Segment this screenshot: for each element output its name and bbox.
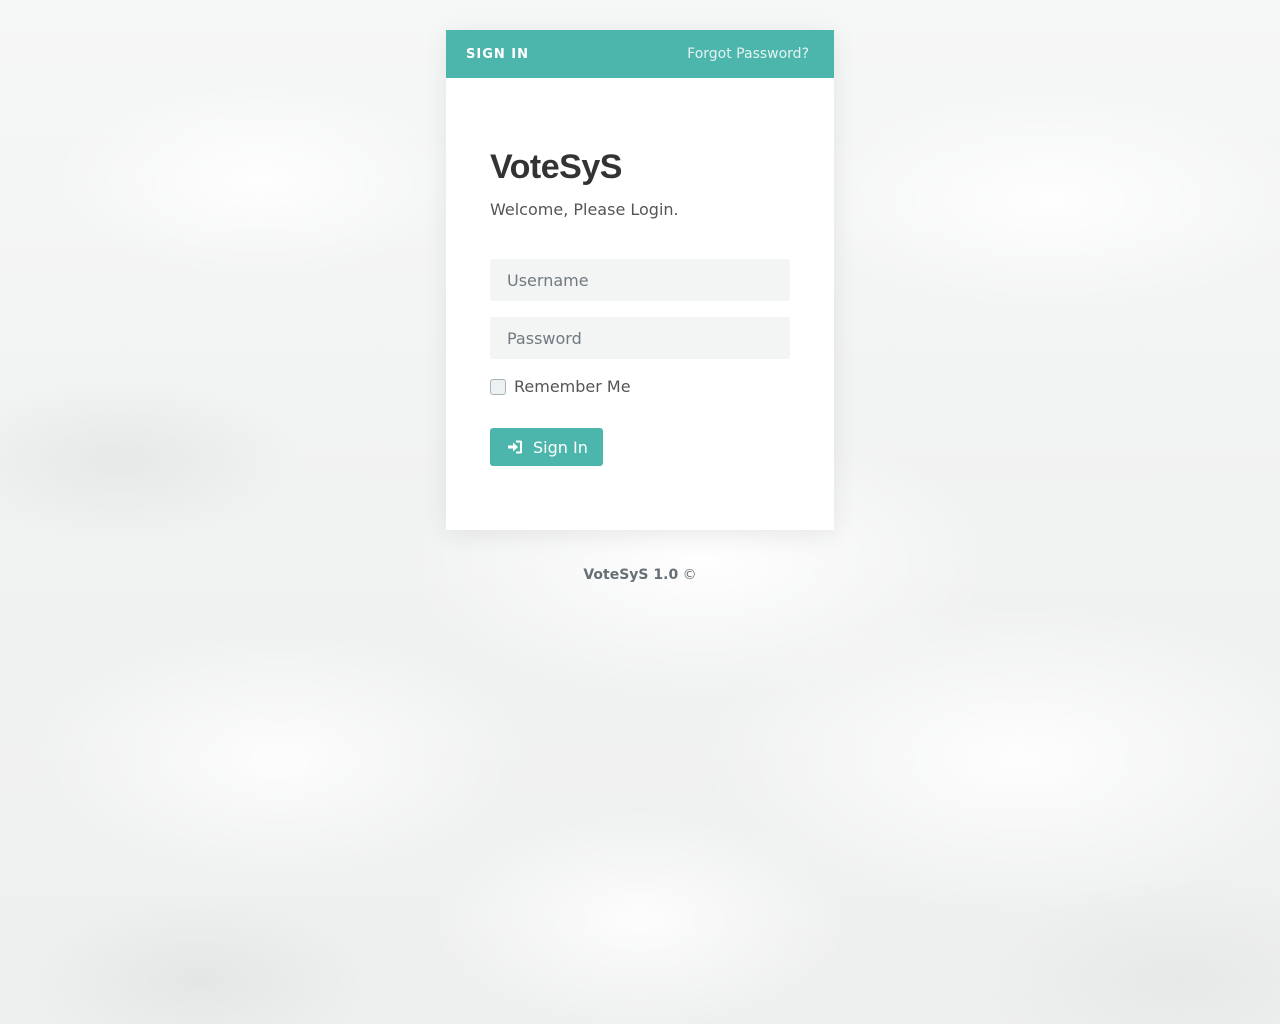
footer-version: VoteSyS 1.0 <box>583 567 679 583</box>
sign-in-label: Sign In <box>533 437 588 457</box>
sign-in-icon <box>507 439 523 455</box>
password-input[interactable] <box>490 317 790 359</box>
forgot-password-link[interactable]: Forgot Password? <box>687 46 809 62</box>
footer-copyright: © <box>682 567 697 583</box>
brand-title: VoteSyS <box>490 148 622 186</box>
panel-header: SIGN IN Forgot Password? <box>446 30 834 78</box>
welcome-text: Welcome, Please Login. <box>490 200 679 219</box>
sign-in-button[interactable]: Sign In <box>490 428 603 466</box>
panel-body: VoteSyS Welcome, Please Login. Remember … <box>446 78 834 530</box>
remember-me-label: Remember Me <box>514 377 631 396</box>
username-input[interactable] <box>490 259 790 301</box>
remember-me-checkbox[interactable] <box>490 378 506 395</box>
login-panel: SIGN IN Forgot Password? VoteSyS Welcome… <box>446 30 834 530</box>
remember-me[interactable]: Remember Me <box>490 377 790 396</box>
panel-title: SIGN IN <box>466 46 529 62</box>
footer: VoteSyS 1.0 © <box>446 567 834 583</box>
